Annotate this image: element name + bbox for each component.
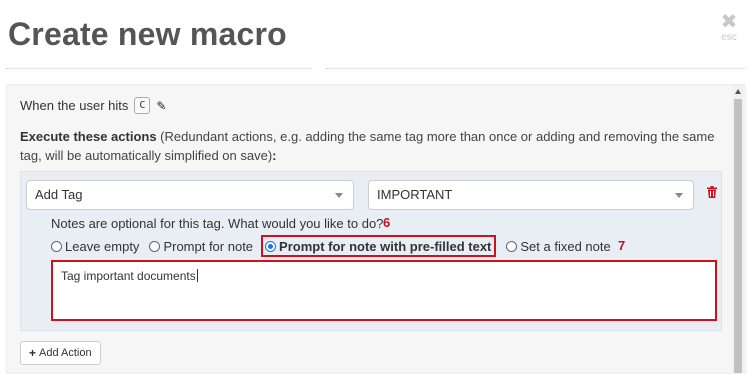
option-label: Leave empty <box>65 238 140 254</box>
action-type-value: Add Tag <box>35 187 83 202</box>
actions-intro: Execute these actions (Redundant actions… <box>20 127 720 165</box>
macro-panel: When the user hits C ✎ Execute these act… <box>6 84 746 374</box>
action-card: Add Tag IMPORTANT Notes are optional for… <box>20 171 722 331</box>
actions-heading: Execute these actions <box>20 129 157 144</box>
pencil-icon[interactable]: ✎ <box>156 99 166 113</box>
add-action-label: Add Action <box>39 347 92 359</box>
trigger-label: When the user hits <box>20 98 129 113</box>
text-cursor <box>196 269 198 282</box>
option-prompt-prefilled[interactable]: Prompt for note with pre-filled text <box>261 235 497 257</box>
trash-icon[interactable] <box>707 186 717 198</box>
add-action-button[interactable]: + Add Action <box>20 341 101 365</box>
scroll-up-icon[interactable] <box>735 89 741 94</box>
radio-fixed-note[interactable] <box>506 240 518 252</box>
header-divider-left <box>6 68 312 69</box>
option-label: Prompt for note <box>163 238 254 254</box>
option-leave-empty[interactable]: Leave empty <box>51 235 139 257</box>
chevron-down-icon <box>675 193 683 198</box>
close-icon[interactable]: ✖ <box>716 12 742 32</box>
header-divider-right <box>326 68 746 69</box>
note-textarea[interactable]: Tag important documents <box>51 260 717 321</box>
option-label: Set a fixed note <box>520 238 611 254</box>
scrollbar-thumb[interactable] <box>734 99 742 373</box>
annotation-marker-7: 7 <box>618 238 626 253</box>
tag-value: IMPORTANT <box>377 187 453 202</box>
plus-icon: + <box>29 346 37 360</box>
notes-question: Notes are optional for this tag. What wo… <box>51 216 384 231</box>
note-text: Tag important documents <box>61 269 196 283</box>
radio-leave-empty[interactable] <box>51 240 62 252</box>
close-button[interactable]: ✖ esc <box>716 12 742 43</box>
option-label: Prompt for note with pre-filled text <box>279 238 492 254</box>
note-options: Leave empty Prompt for note Prompt for n… <box>51 235 621 257</box>
option-prompt-for-note[interactable]: Prompt for note <box>149 235 253 257</box>
shortcut-key: C <box>134 97 151 114</box>
tag-select[interactable]: IMPORTANT <box>368 180 694 210</box>
page-title: Create new macro <box>8 16 287 52</box>
scrollbar[interactable] <box>732 85 744 374</box>
annotation-marker-6: 6 <box>383 215 391 230</box>
radio-prompt-for-note[interactable] <box>149 240 161 252</box>
radio-prompt-prefilled[interactable] <box>265 240 277 252</box>
actions-colon: : <box>272 148 277 163</box>
esc-label: esc <box>721 32 737 43</box>
option-fixed-note[interactable]: Set a fixed note <box>506 235 611 257</box>
chevron-down-icon <box>335 193 343 198</box>
action-type-select[interactable]: Add Tag <box>26 180 354 210</box>
trigger-row: When the user hits C ✎ <box>20 97 166 114</box>
